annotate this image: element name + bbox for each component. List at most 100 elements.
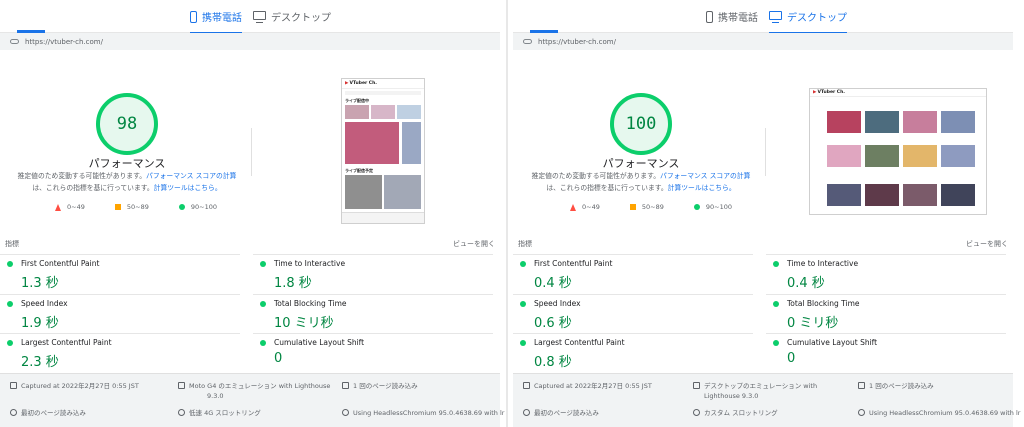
pass-circle-icon <box>520 301 526 307</box>
metric-value: 1.9 秒 <box>21 316 59 331</box>
metric-largest-contentful-paint: Largest Contentful Paint 2.3 秒 <box>0 333 240 373</box>
legend-pass: 90~100 <box>693 203 732 211</box>
thumbnail <box>865 111 899 133</box>
performance-score: 100 <box>625 114 657 134</box>
thumbnail <box>941 145 975 167</box>
screenshot-search <box>345 91 421 95</box>
note-text-2: は、これらの指標を基に行っています。 <box>32 184 154 192</box>
metric-value: 0.4 秒 <box>534 276 572 291</box>
calendar-icon <box>10 382 17 389</box>
wifi-icon <box>178 409 185 416</box>
tab-desktop-label: デスクトップ <box>271 13 331 24</box>
initial-load-info: 最初のページ読み込み <box>10 408 86 418</box>
mobile-report-panel: 携帯電話 デスクトップ https://vtuber-ch.com/ 98 パフ… <box>0 0 504 427</box>
tab-desktop[interactable]: デスクトップ <box>253 0 331 33</box>
tab-desktop[interactable]: デスクトップ <box>769 0 847 34</box>
score-note: 推定値のため変動する可能性があります。パフォーマンス スコアの計算 は、これらの… <box>7 170 247 194</box>
legend-average: 50~89 <box>629 203 664 211</box>
pass-circle-icon <box>520 340 526 346</box>
metric-value: 0.6 秒 <box>534 316 572 331</box>
throttling-text: カスタム スロットリング <box>704 409 778 417</box>
metric-value: 1.3 秒 <box>21 276 59 291</box>
tab-mobile[interactable]: 携帯電話 <box>190 0 242 34</box>
legend-fail: 0~49 <box>55 203 85 211</box>
performance-score: 98 <box>116 114 138 134</box>
browser-info: Using HeadlessChromium 95.0.4638.69 with… <box>342 408 504 418</box>
initial-load-info: 最初のページ読み込み <box>523 408 599 418</box>
desktop-report-panel: 携帯電話 デスクトップ https://vtuber-ch.com/ 100 パ… <box>513 0 1020 427</box>
legend-average-label: 50~89 <box>641 203 664 211</box>
metric-value: 0.4 秒 <box>787 276 825 291</box>
pass-circle-icon <box>693 204 700 210</box>
metric-title: First Contentful Paint <box>534 259 613 268</box>
emulation-line-1: Moto G4 のエミュレーション with Lighthouse <box>189 382 331 390</box>
metric-title: Largest Contentful Paint <box>534 338 625 347</box>
metric-total-blocking-time: Total Blocking Time 0 ミリ秒 <box>766 294 1006 334</box>
tab-mobile[interactable]: 携帯電話 <box>706 0 758 33</box>
metric-title: Cumulative Layout Shift <box>787 338 878 347</box>
thumbnail <box>402 122 421 164</box>
note-text-1: 推定値のため変動する可能性があります。 <box>17 172 147 180</box>
chrome-icon <box>342 409 349 416</box>
timer-icon <box>10 409 17 416</box>
calculator-link[interactable]: 計算ツールはこちら。 <box>668 184 736 192</box>
calendar-icon <box>523 382 530 389</box>
thumbnail <box>941 184 975 206</box>
note-text-2: は、これらの指標を基に行っています。 <box>546 184 668 192</box>
chrome-icon <box>858 409 865 416</box>
score-legend: 0~49 50~89 90~100 <box>55 203 247 211</box>
average-square-icon <box>114 204 121 210</box>
panel-divider <box>506 0 508 427</box>
score-note: 推定値のため変動する可能性があります。パフォーマンス スコアの計算 は、これらの… <box>521 170 761 194</box>
pass-circle-icon <box>260 340 266 346</box>
thumbnail <box>827 111 861 133</box>
screenshot-section-upcoming: ライブ配信予定 <box>345 168 373 173</box>
screenshot-section-live: ライブ配信中 <box>345 98 369 103</box>
run-info-footer: Captured at 2022年2月27日 0:55 JST Moto G4 … <box>0 373 504 427</box>
pass-circle-icon <box>178 204 185 210</box>
link-icon <box>523 39 532 44</box>
metric-value: 0 ミリ秒 <box>787 316 839 331</box>
pass-circle-icon <box>260 301 266 307</box>
device-tabbar: 携帯電話 デスクトップ <box>513 0 1013 34</box>
screenshot-bottom-nav <box>342 212 424 223</box>
expand-view-toggle[interactable]: ビューを開く <box>453 239 495 249</box>
legend-fail: 0~49 <box>570 203 600 211</box>
run-info-footer: Captured at 2022年2月27日 0:55 JST デスクトップのエ… <box>513 373 1020 427</box>
captured-text: Captured at 2022年2月27日 0:55 JST <box>534 382 652 390</box>
legend-pass-label: 90~100 <box>705 203 732 211</box>
metric-value: 10 ミリ秒 <box>274 316 334 331</box>
phone-icon <box>190 10 197 23</box>
page-screenshot-mobile: ▶ VTuber Ch. ライブ配信中 ライブ配信予定 <box>341 78 425 224</box>
legend-pass: 90~100 <box>178 203 217 211</box>
initial-load-text: 最初のページ読み込み <box>21 409 86 417</box>
legend-average-label: 50~89 <box>126 203 149 211</box>
device-icon <box>178 382 185 389</box>
score-calc-link[interactable]: パフォーマンス スコアの計算 <box>660 172 750 180</box>
metric-value: 0.8 秒 <box>534 355 572 370</box>
emulation-line-2: Lighthouse 9.3.0 <box>704 392 759 400</box>
expand-view-toggle[interactable]: ビューを開く <box>966 239 1008 249</box>
metrics-header: 指標 ビューを開く <box>518 238 1008 250</box>
metric-title: Total Blocking Time <box>787 299 860 308</box>
metric-first-contentful-paint: First Contentful Paint 1.3 秒 <box>0 254 240 294</box>
calculator-link[interactable]: 計算ツールはこちら。 <box>154 184 222 192</box>
metric-value: 0 <box>274 351 283 366</box>
metric-title: Speed Index <box>21 299 68 308</box>
pass-circle-icon <box>7 340 13 346</box>
pass-circle-icon <box>773 340 779 346</box>
url-bar: https://vtuber-ch.com/ <box>0 33 500 50</box>
metric-title: Speed Index <box>534 299 581 308</box>
tab-mobile-label: 携帯電話 <box>202 13 242 24</box>
timer-icon <box>523 409 530 416</box>
emulation-line-1: デスクトップのエミュレーション with <box>704 382 818 390</box>
performance-gauge: 100 <box>610 93 672 155</box>
initial-load-text: 最初のページ読み込み <box>534 409 599 417</box>
note-text-1: 推定値のため変動する可能性があります。 <box>531 172 661 180</box>
metric-time-to-interactive: Time to Interactive 1.8 秒 <box>253 254 493 294</box>
score-calc-link[interactable]: パフォーマンス スコアの計算 <box>146 172 236 180</box>
browser-text: Using HeadlessChromium 95.0.4638.69 with… <box>353 409 505 417</box>
single-load-info: 1 回のページ読み込み <box>858 381 934 391</box>
average-square-icon <box>629 204 636 210</box>
emulation-text: デスクトップのエミュレーション with Lighthouse 9.3.0 <box>704 381 817 401</box>
